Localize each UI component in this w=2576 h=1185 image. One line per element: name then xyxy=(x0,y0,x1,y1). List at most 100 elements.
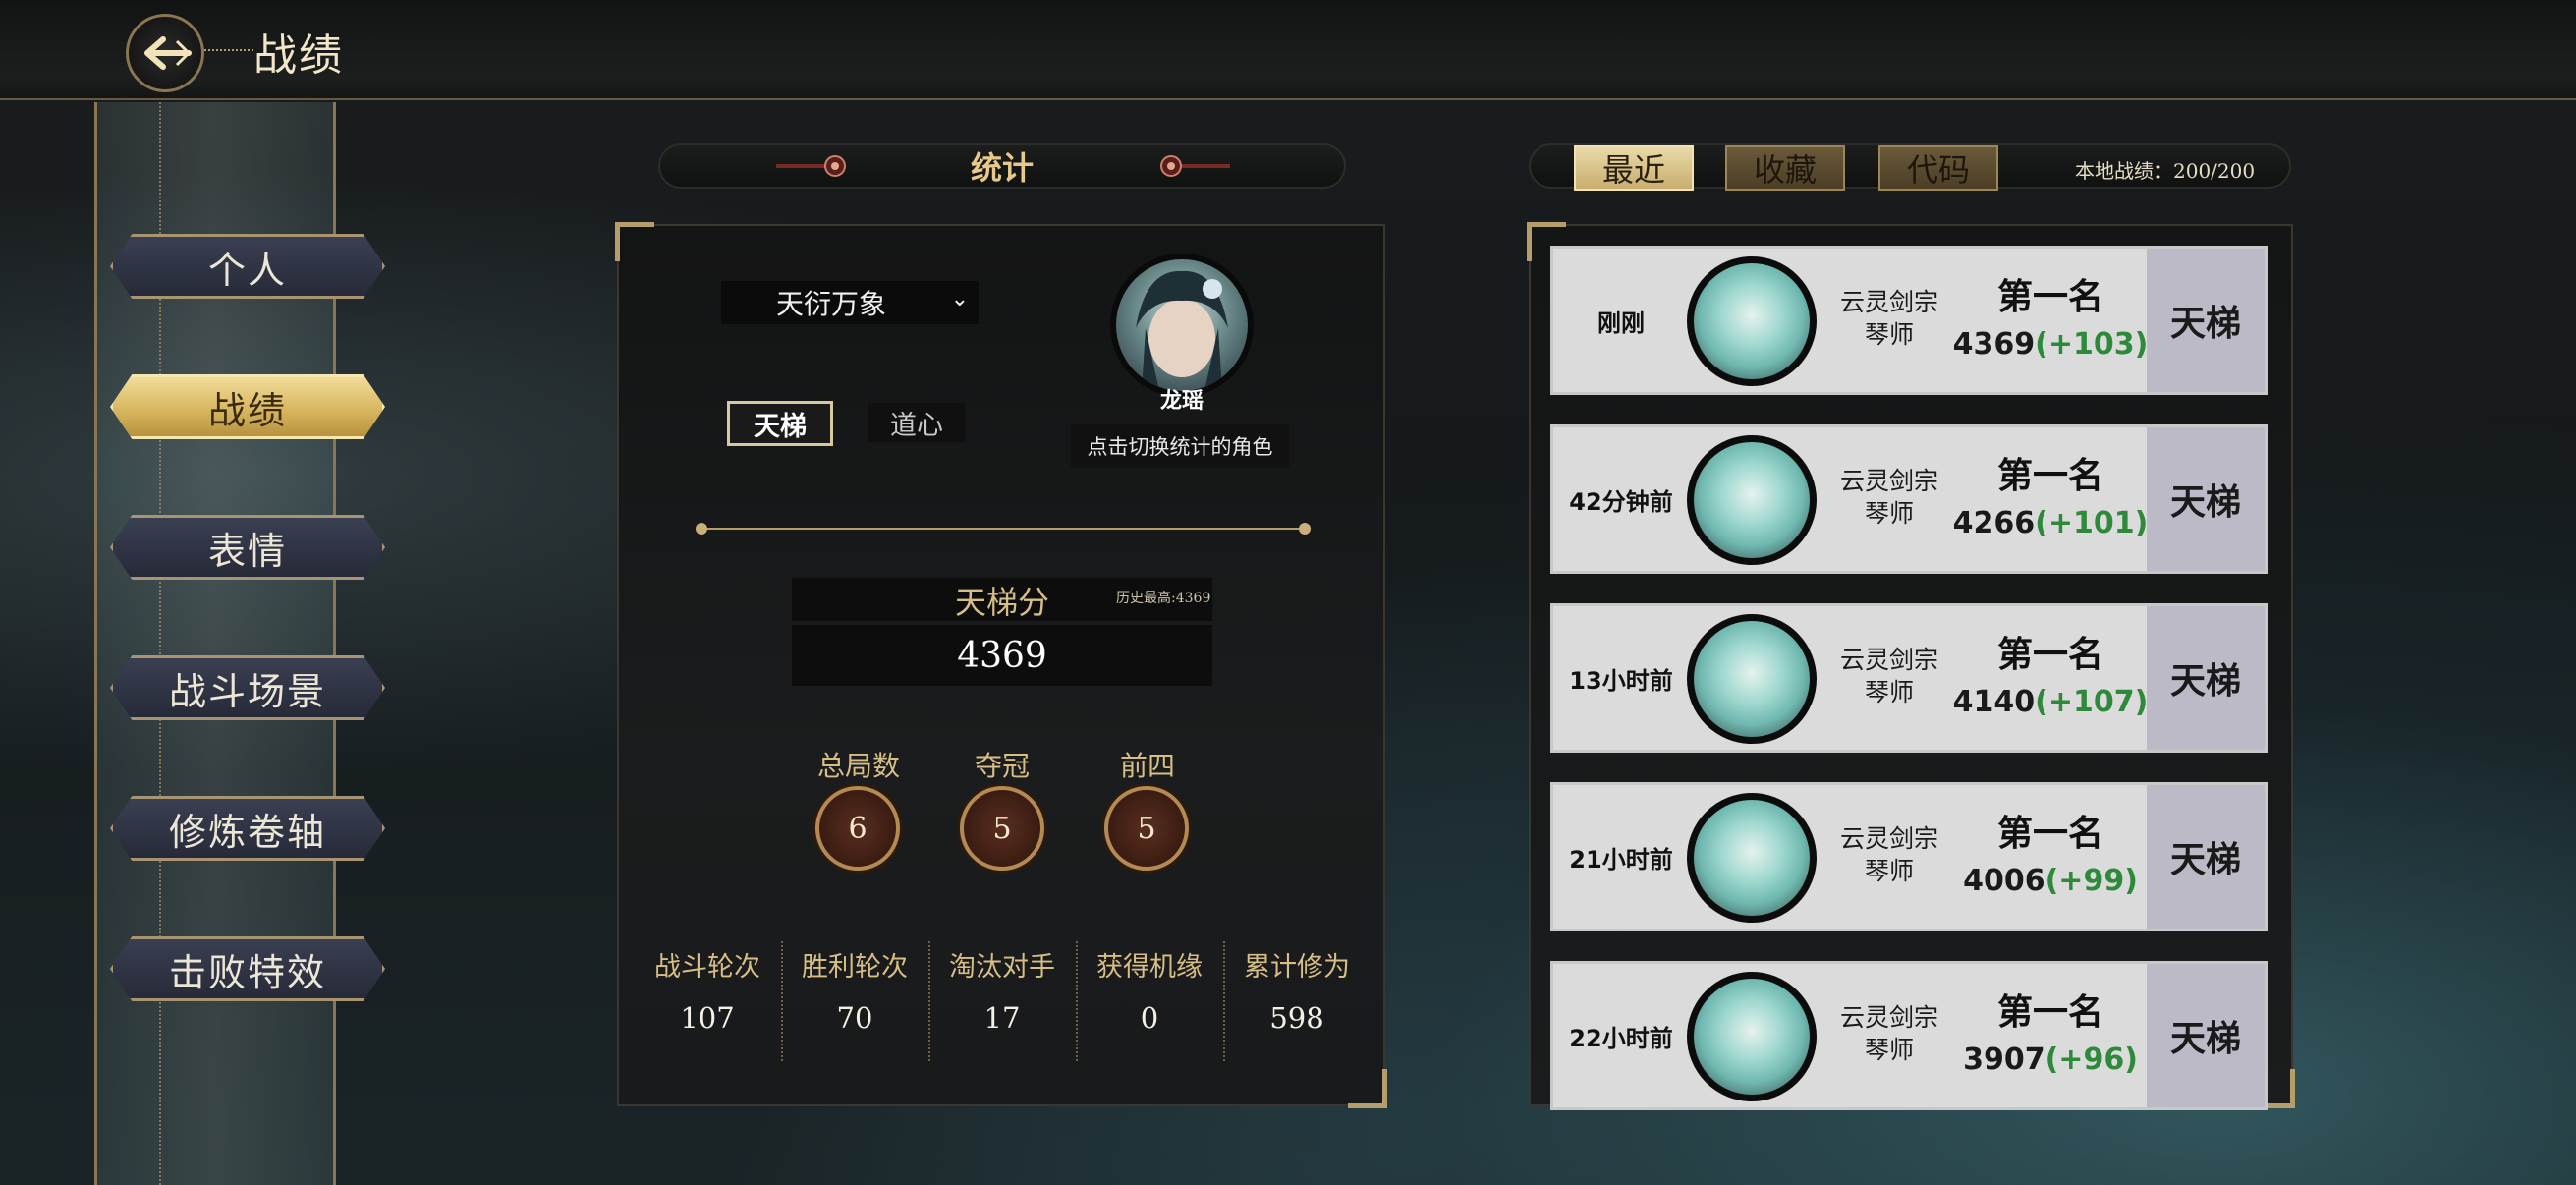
record-time: 21小时前 xyxy=(1569,845,1673,874)
record-sect-name: 云灵剑宗 xyxy=(1839,1003,1938,1032)
stat-value: 107 xyxy=(680,1001,735,1035)
wins-value: 5 xyxy=(960,786,1044,871)
record-role: 琴师 xyxy=(1864,499,1914,528)
stats-title: 统计 xyxy=(970,149,1034,187)
record-rank: 第一名 xyxy=(1996,456,2103,496)
tab-code[interactable]: 代码 xyxy=(1878,145,1998,191)
record-score: 4266 xyxy=(1952,506,2036,540)
nav-item-cultivation-scroll[interactable]: 修炼卷轴 xyxy=(110,796,385,861)
record-row[interactable]: 42分钟前 云灵剑宗 琴师 第一名 4266(+101) 天梯 xyxy=(1550,424,2268,574)
nav-item-personal[interactable]: 个人 xyxy=(110,234,385,299)
record-row[interactable]: 21小时前 云灵剑宗 琴师 第一名 4006(+99) 天梯 xyxy=(1550,782,2268,931)
record-time: 22小时前 xyxy=(1569,1024,1673,1052)
record-delta: (+96) xyxy=(2044,1043,2138,1077)
ladder-score-value: 4369 xyxy=(792,625,1212,686)
nav-item-emotes[interactable]: 表情 xyxy=(110,515,385,580)
character-portrait-icon xyxy=(1136,270,1228,391)
record-mode: 天梯 xyxy=(2147,249,2265,392)
record-role: 琴师 xyxy=(1864,678,1914,706)
mode-select-value: 天衍万象 xyxy=(776,288,887,320)
top-four-label: 前四 xyxy=(1119,750,1175,782)
flower-ornament-icon xyxy=(1160,155,1230,177)
record-sect-name: 云灵剑宗 xyxy=(1839,646,1938,674)
stat-value: 17 xyxy=(983,1001,1021,1035)
record-time: 13小时前 xyxy=(1569,666,1673,695)
stat-total-cultivation: 累计修为 598 xyxy=(1224,941,1370,1061)
record-score: 4140 xyxy=(1952,685,2036,719)
record-sect: 云灵剑宗 琴师 xyxy=(1820,822,1958,887)
record-avatar xyxy=(1687,793,1817,923)
stat-value: 70 xyxy=(836,1001,873,1035)
stat-label: 战斗轮次 xyxy=(654,952,760,983)
stat-label: 累计修为 xyxy=(1244,952,1350,983)
page-title: 战绩 xyxy=(253,30,344,81)
switch-character-hint[interactable]: 点击切换统计的角色 xyxy=(1071,424,1289,468)
tab-favorites[interactable]: 收藏 xyxy=(1725,145,1845,191)
record-time: 42分钟前 xyxy=(1569,487,1673,516)
stat-value: 0 xyxy=(1140,1001,1159,1035)
record-sect-name: 云灵剑宗 xyxy=(1839,824,1938,853)
record-mode: 天梯 xyxy=(2147,964,2265,1107)
record-sect-name: 云灵剑宗 xyxy=(1839,288,1938,316)
record-sect: 云灵剑宗 琴师 xyxy=(1820,644,1958,708)
record-score-line: 4140(+107) xyxy=(1952,685,2149,719)
nav-item-defeat-effect[interactable]: 击败特效 xyxy=(110,936,385,1001)
record-row[interactable]: 22小时前 云灵剑宗 琴师 第一名 3907(+96) 天梯 xyxy=(1550,961,2268,1110)
tab-daoxin[interactable]: 道心 xyxy=(868,403,965,442)
wins-label: 夺冠 xyxy=(974,750,1030,782)
nav-item-battle-scene[interactable]: 战斗场景 xyxy=(110,655,385,720)
nav-item-records[interactable]: 战绩 xyxy=(110,374,385,439)
record-role: 琴师 xyxy=(1864,857,1914,885)
record-score-line: 3907(+96) xyxy=(1952,1043,2149,1077)
record-time: 刚刚 xyxy=(1597,309,1645,337)
record-delta: (+101) xyxy=(2035,506,2149,540)
panel-corner-ornament xyxy=(615,222,654,261)
record-score-line: 4006(+99) xyxy=(1952,864,2149,898)
ladder-score-label: 天梯分 xyxy=(954,584,1049,621)
record-avatar xyxy=(1687,435,1817,565)
record-delta: (+99) xyxy=(2044,864,2138,898)
header-dots xyxy=(204,49,253,51)
record-sect-name: 云灵剑宗 xyxy=(1839,467,1938,495)
tab-ladder[interactable]: 天梯 xyxy=(727,401,833,446)
record-role: 琴师 xyxy=(1864,1036,1914,1064)
back-button[interactable] xyxy=(126,14,204,92)
record-mode: 天梯 xyxy=(2147,427,2265,571)
divider xyxy=(696,523,1311,535)
record-score: 4369 xyxy=(1952,327,2036,362)
record-row[interactable]: 13小时前 云灵剑宗 琴师 第一名 4140(+107) 天梯 xyxy=(1550,603,2268,753)
stat-label: 胜利轮次 xyxy=(802,952,908,983)
record-avatar xyxy=(1687,614,1817,744)
stat-label: 获得机缘 xyxy=(1096,952,1203,983)
back-arrow-icon xyxy=(144,36,192,70)
stat-label: 淘汰对手 xyxy=(949,952,1055,983)
record-avatar xyxy=(1687,256,1817,386)
record-row[interactable]: 刚刚 云灵剑宗 琴师 第一名 4369(+103) 天梯 xyxy=(1550,246,2268,395)
top-four-value: 5 xyxy=(1104,786,1189,871)
record-sect: 云灵剑宗 琴师 xyxy=(1820,1001,1958,1066)
record-rank: 第一名 xyxy=(1996,277,2103,317)
flower-ornament-icon xyxy=(776,155,846,177)
record-score: 4006 xyxy=(1963,864,2045,898)
record-score-line: 4266(+101) xyxy=(1952,506,2149,540)
record-avatar xyxy=(1687,972,1817,1101)
stat-winning-rounds: 胜利轮次 70 xyxy=(782,941,927,1061)
panel-corner-ornament xyxy=(1348,1069,1387,1108)
tab-recent[interactable]: 最近 xyxy=(1574,145,1694,191)
record-mode: 天梯 xyxy=(2147,606,2265,750)
mode-select-dropdown[interactable]: 天衍万象 ⌄ xyxy=(721,281,979,324)
record-role: 琴师 xyxy=(1864,320,1914,349)
stat-opportunities: 获得机缘 0 xyxy=(1077,941,1222,1061)
total-games-value: 6 xyxy=(815,786,900,871)
record-sect: 云灵剑宗 琴师 xyxy=(1820,286,1958,351)
stat-value: 598 xyxy=(1269,1001,1324,1035)
record-mode: 天梯 xyxy=(2147,785,2265,929)
record-rank: 第一名 xyxy=(1996,635,2103,675)
chevron-down-icon: ⌄ xyxy=(950,287,969,311)
character-avatar[interactable] xyxy=(1110,254,1254,397)
record-delta: (+107) xyxy=(2035,685,2149,719)
record-rank: 第一名 xyxy=(1996,992,2103,1033)
character-name: 龙瑶 xyxy=(1159,389,1204,414)
record-score: 3907 xyxy=(1963,1043,2045,1077)
record-score-line: 4369(+103) xyxy=(1952,327,2149,362)
